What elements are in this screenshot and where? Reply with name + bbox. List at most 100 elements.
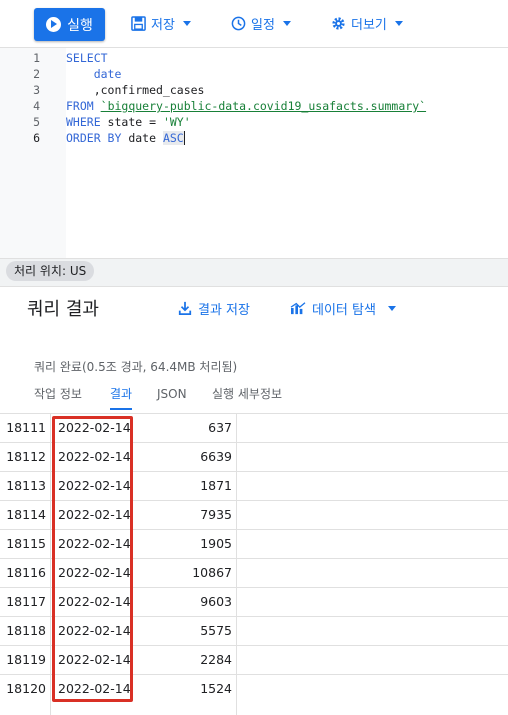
date-cell: 2022-02-14 (58, 652, 131, 667)
date-cell: 2022-02-14 (58, 681, 131, 696)
code-line: 4 FROM `bigquery-public-data.covid19_usa… (0, 98, 508, 114)
confirmed-cases-cell: 637 (208, 420, 232, 435)
column-divider (236, 413, 237, 715)
line-number: 1 (33, 51, 40, 65)
query-toolbar: 실행 저장 일정 더보기 (0, 0, 508, 48)
row-number: 18113 (6, 478, 46, 493)
table-row[interactable]: 18119 2022-02-14 2284 (0, 645, 508, 674)
gear-icon (332, 16, 345, 30)
code-text: date (121, 131, 163, 145)
confirmed-cases-cell: 1905 (200, 536, 232, 551)
processing-location-bar: 처리 위치: US (0, 258, 508, 286)
date-cell: 2022-02-14 (58, 507, 131, 522)
chevron-down-icon (387, 305, 396, 311)
code-line: 6 ORDER BY date ASC (0, 130, 508, 146)
code-line: 1 SELECT (0, 50, 508, 66)
save-icon (131, 15, 146, 31)
date-cell: 2022-02-14 (58, 449, 131, 464)
clock-icon (231, 16, 246, 30)
date-cell: 2022-02-14 (58, 594, 131, 609)
results-title: 쿼리 결과 (27, 299, 99, 320)
row-number: 18115 (6, 536, 46, 551)
row-number: 18112 (6, 449, 46, 464)
table-row[interactable]: 18111 2022-02-14 637 (0, 413, 508, 442)
download-icon (178, 301, 192, 315)
row-number: 18119 (6, 652, 46, 667)
save-menu-button[interactable]: 저장 (131, 13, 191, 33)
code-keyword: ORDER BY (66, 131, 122, 145)
results-table: 18111 2022-02-14 637 18112 2022-02-14 66… (0, 413, 508, 715)
sql-editor[interactable]: 1 SELECT 2 date 3 ,confirmed_cases 4 FRO… (0, 48, 508, 258)
code-text: SELECT (66, 51, 108, 65)
table-row[interactable]: 18115 2022-02-14 1905 (0, 529, 508, 558)
explore-data-button[interactable]: 데이터 탐색 (290, 299, 396, 318)
chevron-down-icon (182, 20, 191, 26)
tab-execution-details[interactable]: 실행 세부정보 (212, 384, 282, 410)
confirmed-cases-cell: 10867 (192, 565, 232, 580)
table-row[interactable]: 18113 2022-02-14 1871 (0, 471, 508, 500)
date-cell: 2022-02-14 (58, 536, 131, 551)
confirmed-cases-cell: 7935 (200, 507, 232, 522)
query-status: 쿼리 완료(0.5조 경과, 64.4MB 처리됨) (34, 360, 238, 374)
table-row[interactable]: 18114 2022-02-14 7935 (0, 500, 508, 529)
code-string: 'WY' (162, 115, 191, 129)
date-cell: 2022-02-14 (58, 478, 131, 493)
table-row[interactable]: 18118 2022-02-14 5575 (0, 616, 508, 645)
play-icon (46, 17, 62, 32)
code-keyword: ASC (162, 131, 184, 145)
tab-results[interactable]: 결과 (110, 384, 133, 410)
more-menu-button[interactable]: 더보기 (331, 13, 403, 33)
text-cursor (183, 131, 185, 145)
chevron-down-icon (282, 20, 291, 26)
tab-json[interactable]: JSON (157, 384, 187, 410)
confirmed-cases-cell: 6639 (200, 449, 232, 464)
line-number: 6 (33, 131, 40, 145)
schedule-label: 일정 (251, 17, 275, 33)
explore-data-label: 데이터 탐색 (312, 302, 376, 318)
confirmed-cases-cell: 1871 (200, 478, 232, 493)
row-number: 18111 (6, 420, 46, 435)
code-text: date (66, 67, 122, 81)
chart-icon (290, 302, 306, 315)
table-row[interactable]: 18117 2022-02-14 9603 (0, 587, 508, 616)
line-number: 4 (33, 99, 40, 113)
line-number: 2 (33, 67, 40, 81)
row-number: 18118 (6, 623, 46, 638)
save-results-button[interactable]: 결과 저장 (178, 299, 250, 318)
code-keyword: FROM (66, 99, 94, 113)
code-keyword: WHERE (66, 115, 101, 129)
table-row[interactable]: 18120 2022-02-14 1524 (0, 674, 508, 703)
tab-job-info[interactable]: 작업 정보 (34, 384, 82, 410)
results-tabs: 작업 정보 결과 JSON 실행 세부정보 (0, 384, 508, 410)
table-row[interactable]: 18112 2022-02-14 6639 (0, 442, 508, 471)
date-cell: 2022-02-14 (58, 420, 131, 435)
more-label: 더보기 (351, 17, 387, 33)
processing-location-chip[interactable]: 처리 위치: US (6, 261, 95, 281)
row-number: 18114 (6, 507, 46, 522)
confirmed-cases-cell: 9603 (200, 594, 232, 609)
row-number: 18120 (6, 681, 46, 696)
code-line: 5 WHERE state = 'WY' (0, 114, 508, 130)
code-line: 3 ,confirmed_cases (0, 82, 508, 98)
line-number: 5 (33, 115, 40, 129)
confirmed-cases-cell: 2284 (200, 652, 232, 667)
confirmed-cases-cell: 1524 (200, 681, 232, 696)
save-results-label: 결과 저장 (198, 302, 250, 318)
code-text: state = (100, 115, 163, 129)
line-number: 3 (33, 83, 40, 97)
results-header: 쿼리 결과 결과 저장 데이터 탐색 (0, 286, 508, 328)
row-number: 18116 (6, 565, 46, 580)
code-text: ,confirmed_cases (66, 83, 205, 97)
save-label: 저장 (151, 17, 175, 33)
confirmed-cases-cell: 5575 (200, 623, 232, 638)
code-string: `bigquery-public-data.covid19_usafacts.s… (100, 99, 427, 113)
date-cell: 2022-02-14 (58, 565, 131, 580)
column-divider (50, 413, 51, 715)
code-line: 2 date (0, 66, 508, 82)
date-cell: 2022-02-14 (58, 623, 131, 638)
run-label: 실행 (67, 17, 93, 34)
schedule-menu-button[interactable]: 일정 (231, 13, 291, 33)
row-number: 18117 (6, 594, 46, 609)
run-button[interactable]: 실행 (34, 8, 105, 41)
table-row[interactable]: 18116 2022-02-14 10867 (0, 558, 508, 587)
